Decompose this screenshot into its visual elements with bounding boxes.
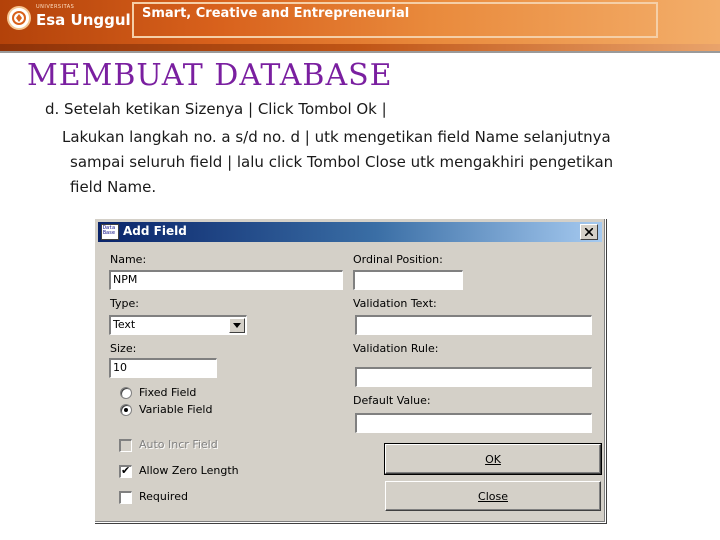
name-input[interactable]: NPM <box>109 270 343 290</box>
default-value-label: Default Value: <box>353 394 431 407</box>
logo-name: Esa Unggul <box>36 11 131 29</box>
allow-zero-length-label: Allow Zero Length <box>139 464 239 477</box>
validation-text-label: Validation Text: <box>353 297 437 310</box>
variable-field-radio[interactable] <box>120 404 132 416</box>
ok-button-label: OK <box>485 452 501 466</box>
required-checkbox[interactable] <box>119 491 132 504</box>
chevron-down-icon <box>233 323 241 328</box>
type-label: Type: <box>110 297 139 310</box>
ok-button[interactable]: OK <box>384 443 602 475</box>
variable-field-label: Variable Field <box>139 403 213 416</box>
radio-selected-dot <box>124 408 128 412</box>
size-label: Size: <box>110 342 137 355</box>
close-icon <box>585 228 593 236</box>
validation-text-input[interactable] <box>355 315 592 335</box>
validation-rule-input[interactable] <box>355 367 592 387</box>
close-button[interactable]: Close <box>385 481 601 511</box>
default-value-input[interactable] <box>355 413 592 433</box>
database-app-icon: Data Base <box>101 224 119 240</box>
fixed-field-label: Fixed Field <box>139 386 197 399</box>
instruction-line-1: d. Setelah ketikan Sizenya | Click Tombo… <box>45 100 387 118</box>
type-select[interactable]: Text <box>109 315 247 335</box>
instruction-line-4: field Name. <box>70 178 157 196</box>
ordinal-position-label: Ordinal Position: <box>353 253 443 266</box>
auto-incr-field-checkbox[interactable] <box>119 439 132 452</box>
ordinal-position-input[interactable] <box>353 270 463 290</box>
validation-rule-label: Validation Rule: <box>353 342 439 355</box>
header-banner: UNIVERSITAS Esa Unggul Smart, Creative a… <box>0 0 720 44</box>
allow-zero-length-checkbox[interactable]: ✔ <box>119 464 132 478</box>
checkmark-icon: ✔ <box>121 464 131 477</box>
banner-stripe <box>0 44 720 51</box>
banner-divider <box>0 51 720 53</box>
slide-title: MEMBUAT DATABASE <box>27 58 393 93</box>
instruction-line-2: Lakukan langkah no. a s/d no. d | utk me… <box>62 128 611 146</box>
dialog-title: Add Field <box>123 224 187 238</box>
size-input[interactable]: 10 <box>109 358 217 378</box>
type-select-value: Text <box>113 318 136 331</box>
close-button-label: Close <box>478 489 508 503</box>
name-label: Name: <box>110 253 147 266</box>
dialog-titlebar[interactable]: Data Base Add Field <box>98 222 602 242</box>
tagline: Smart, Creative and Entrepreneurial <box>142 6 410 21</box>
close-window-button[interactable] <box>580 224 598 240</box>
logo-subtitle: UNIVERSITAS <box>36 4 75 10</box>
add-field-dialog: Data Base Add Field Name: NPM Type: Text… <box>94 218 606 523</box>
auto-incr-field-label: Auto Incr Field <box>139 438 218 451</box>
fixed-field-radio[interactable] <box>120 387 132 399</box>
instruction-line-3: sampai seluruh field | lalu click Tombol… <box>70 153 614 171</box>
type-dropdown-button[interactable] <box>229 318 245 333</box>
university-logo-icon <box>7 6 31 30</box>
required-label: Required <box>139 490 188 503</box>
